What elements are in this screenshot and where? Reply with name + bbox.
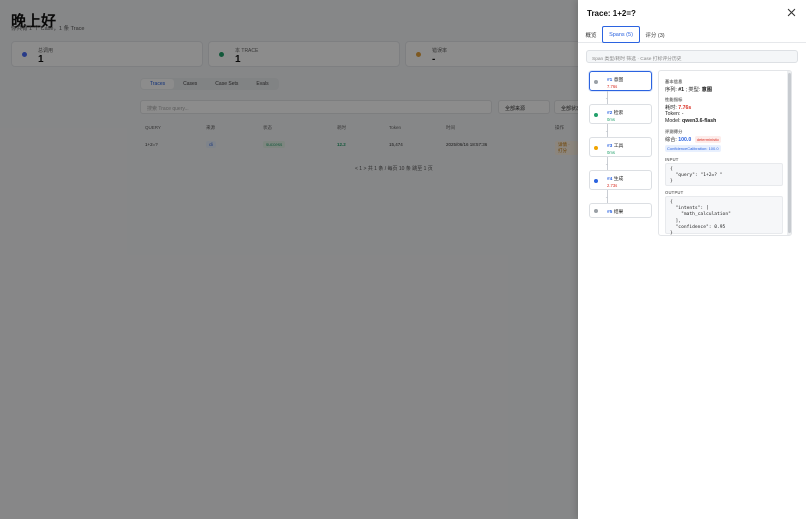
span-item-tool[interactable]: #3 工具 0ms — [589, 137, 652, 157]
trace-drawer: Trace: 1+2=? 概览 Spans (5) 评分 (3) Span 类型… — [578, 0, 806, 519]
span-status-dot-icon — [594, 179, 598, 183]
output-code-block: { "intents": [ "math_calculation" ], "co… — [665, 196, 783, 235]
span-model-value: Model: qwen3.6-flash — [665, 118, 717, 124]
span-item-result[interactable]: #5 结果 — [589, 203, 652, 218]
span-filter-input[interactable]: Span 类型/耗时 筛选 · Case 打标评分历史 — [586, 50, 798, 63]
span-name: #5 结果 — [607, 210, 624, 215]
span-sequence-type: 序列: #1 ; 类型: 意图 — [665, 87, 713, 93]
span-name: #1 意图 — [607, 78, 624, 83]
span-status-dot-icon — [594, 80, 598, 84]
output-heading: OUTPUT — [665, 190, 684, 195]
performance-heading: 性能指标 — [665, 97, 683, 102]
span-duration: 0ms — [607, 150, 615, 155]
span-duration: 7.76s — [607, 84, 618, 89]
span-status-dot-icon — [594, 209, 598, 213]
tab-spans[interactable]: Spans (5) — [602, 26, 640, 43]
drawer-tabs: 概览 Spans (5) 评分 (3) — [578, 26, 806, 43]
detail-scrollbar[interactable] — [787, 71, 791, 235]
chevron-down-icon: ⌄ — [605, 128, 609, 133]
input-code-block: { "query": "1+2=? " } — [665, 163, 783, 186]
confidence-row: ConfidenceCalibration: 100.0 — [665, 145, 721, 152]
span-status-dot-icon — [594, 146, 598, 150]
drawer-title: Trace: 1+2=? — [587, 9, 636, 18]
close-icon[interactable] — [787, 8, 796, 17]
span-item-retrieval[interactable]: #2 检索 0ms — [589, 104, 652, 124]
span-status-dot-icon — [594, 113, 598, 117]
span-duration: 2.73s — [607, 183, 618, 188]
tab-scores[interactable]: 评分 (3) — [642, 26, 668, 43]
chevron-down-icon: ⌄ — [605, 161, 609, 166]
input-heading: INPUT — [665, 157, 679, 162]
span-detail-panel: 基本信息 序列: #1 ; 类型: 意图 性能指标 耗时: 7.76s Toke… — [658, 70, 792, 236]
chevron-down-icon: ⌄ — [605, 95, 609, 100]
span-name: #4 生成 — [607, 177, 624, 182]
eval-score-value: 综合: 100.0 deterministic — [665, 136, 722, 143]
span-duration: 0ms — [607, 117, 615, 122]
tab-overview[interactable]: 概览 — [581, 26, 601, 43]
span-name: #2 检索 — [607, 111, 624, 116]
eval-score-heading: 评测得分 — [665, 129, 683, 134]
basic-info-heading: 基本信息 — [665, 79, 683, 84]
chevron-down-icon: ⌄ — [605, 194, 609, 199]
deterministic-tag: deterministic — [694, 136, 722, 143]
span-name: #3 工具 — [607, 144, 624, 149]
scrollbar-thumb[interactable] — [787, 73, 791, 233]
span-item-intent[interactable]: #1 意图 7.76s — [589, 71, 652, 91]
span-duration-value: 耗时: 7.76s — [665, 105, 692, 111]
confidence-tag: ConfidenceCalibration: 100.0 — [665, 145, 721, 152]
span-token-value: Token: - — [665, 111, 684, 117]
span-item-generation[interactable]: #4 生成 2.73s — [589, 170, 652, 190]
